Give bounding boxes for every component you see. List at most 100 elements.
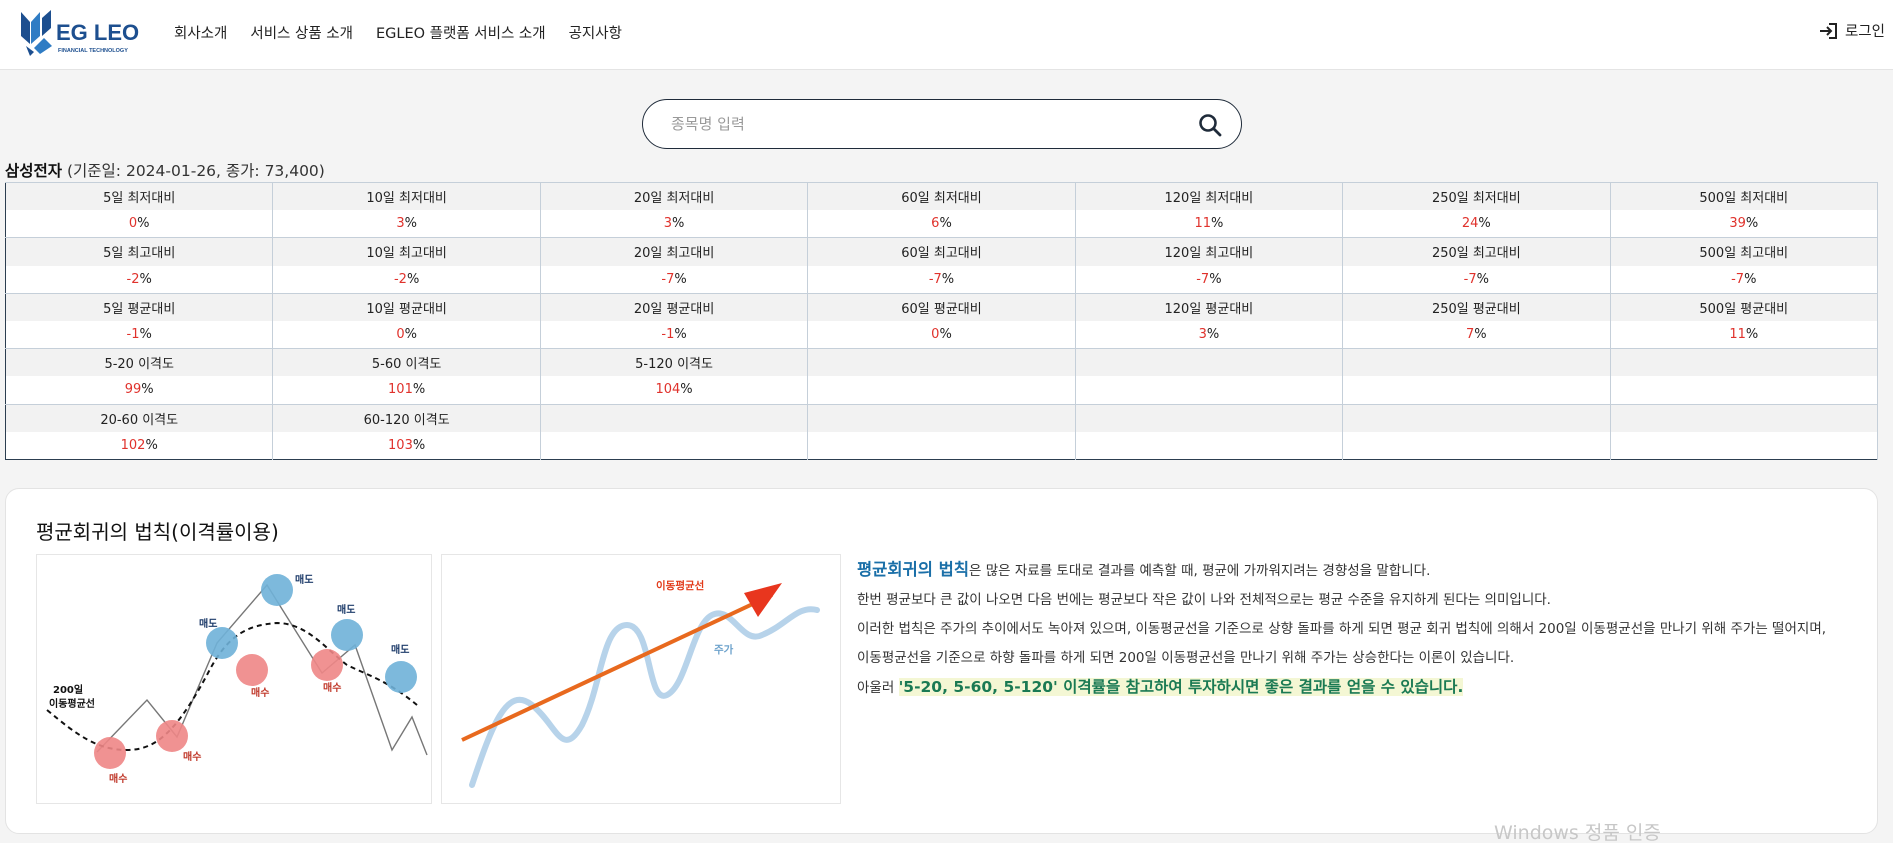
indicator-table: 5일 최저대비 10일 최저대비 20일 최저대비 60일 최저대비 120일 최저대비… (5, 182, 1879, 460)
svg-text:매도: 매도 (199, 617, 217, 630)
table-header-row: 5-20 이격도 5-60 이격도 5-120 이격도 (5, 348, 1879, 377)
svg-text:주가: 주가 (714, 643, 734, 656)
indicator-label: 5-60 이격도 (272, 348, 541, 377)
indicator-label (1075, 403, 1344, 432)
indicator-value: -7% (807, 265, 1076, 294)
percent-sign: % (1744, 271, 1757, 287)
indicator-value: 101% (272, 376, 541, 404)
moving-average-illustration: 이동평균선 주가 (441, 554, 841, 804)
indicator-number: 99 (124, 382, 142, 398)
indicator-number: 104 (655, 382, 681, 398)
indicator-value: 99% (5, 376, 274, 404)
indicator-value: -7% (1610, 265, 1879, 294)
main-nav: 회사소개 서비스 상품 소개 EGLEO 플랫폼 서비스 소개 공지사항 (174, 0, 622, 64)
indicator-value: 11% (1610, 320, 1879, 349)
percent-sign: % (141, 382, 154, 398)
percent-sign: % (1209, 271, 1222, 287)
percent-sign: % (939, 327, 952, 343)
svg-text:이동평균선: 이동평균선 (49, 697, 95, 710)
percent-sign: % (1474, 327, 1487, 343)
search-icon[interactable] (1197, 112, 1223, 138)
nav-item-notice[interactable]: 공지사항 (569, 22, 622, 43)
indicator-label: 500일 최저대비 (1610, 182, 1879, 211)
percent-sign: % (680, 382, 693, 398)
percent-sign: % (941, 271, 955, 287)
percent-sign: % (674, 327, 687, 343)
indicator-number: 3 (396, 216, 405, 232)
indicator-label: 5-120 이격도 (540, 348, 809, 377)
indicator-value (1075, 376, 1344, 404)
indicator-label: 5일 최고대비 (5, 237, 274, 266)
egleo-logo[interactable]: EG LEO FINANCIAL TECHNOLOGY (18, 8, 148, 58)
percent-sign: % (412, 437, 426, 453)
svg-text:매도: 매도 (295, 573, 313, 586)
svg-text:매도: 매도 (391, 643, 409, 656)
nav-item-service-products[interactable]: 서비스 상품 소개 (250, 22, 353, 43)
indicator-value: 104% (540, 376, 809, 404)
svg-text:매수: 매수 (251, 686, 269, 699)
indicator-label: 20일 평균대비 (540, 292, 809, 321)
logo-mark-icon: EG LEO FINANCIAL TECHNOLOGY (21, 10, 139, 56)
description-text: 평균회귀의 법칙은 많은 자료를 토대로 결과를 예측할 때, 평균에 가까워지… (857, 555, 1867, 703)
indicator-value: 7% (1342, 320, 1611, 349)
card-title: 평균회귀의 법칙(이격률이용) (36, 520, 279, 544)
percent-sign: % (1476, 271, 1489, 287)
indicator-label: 60일 최저대비 (807, 182, 1076, 211)
percent-sign: % (412, 382, 426, 398)
percent-sign: % (404, 327, 417, 343)
indicator-label: 5-20 이격도 (5, 348, 274, 377)
indicator-value (807, 431, 1076, 460)
search-input[interactable] (671, 113, 1171, 135)
indicator-number: 11 (1729, 327, 1746, 343)
percent-sign: % (137, 216, 150, 232)
indicator-label: 250일 평균대비 (1342, 292, 1611, 321)
indicator-number: -7 (1731, 271, 1745, 287)
indicator-label (1610, 403, 1879, 432)
indicator-label: 250일 최저대비 (1342, 182, 1611, 211)
indicator-label: 500일 평균대비 (1610, 292, 1879, 321)
mean-reversion-card: 평균회귀의 법칙(이격률이용) 매수 매수 매수 매수 매도 매도 매도 매도 … (5, 488, 1878, 834)
indicator-number: 3 (1198, 327, 1207, 343)
indicator-value: 0% (807, 320, 1076, 349)
indicator-value: 3% (272, 210, 541, 238)
indicator-value: -7% (1342, 265, 1611, 294)
top-header: EG LEO FINANCIAL TECHNOLOGY 회사소개 서비스 상품 … (0, 0, 1893, 70)
indicator-label: 20일 최저대비 (540, 182, 809, 211)
indicator-label: 10일 최저대비 (272, 182, 541, 211)
stock-name: 삼성전자 (5, 162, 63, 180)
svg-text:매수: 매수 (109, 772, 127, 785)
indicator-label: 500일 최고대비 (1610, 237, 1879, 266)
nav-item-platform-service[interactable]: EGLEO 플랫폼 서비스 소개 (376, 22, 546, 43)
login-icon (1819, 22, 1837, 39)
stock-title: 삼성전자 (기준일: 2024-01-26, 종가: 73,400) (5, 159, 325, 181)
indicator-label: 60일 평균대비 (807, 292, 1076, 321)
percent-sign: % (1745, 327, 1759, 343)
desc-line-5: 아울러 '5-20, 5-60, 5-120' 이격률을 참고하여 투자하시면 … (857, 678, 1464, 696)
indicator-number: 11 (1194, 216, 1211, 232)
table-header-row: 20-60 이격도 60-120 이격도 (5, 403, 1879, 432)
indicator-value (540, 431, 809, 460)
indicator-number: 24 (1461, 216, 1479, 232)
percent-sign: % (404, 216, 417, 232)
indicator-value: -1% (5, 320, 274, 349)
percent-sign: % (1210, 216, 1224, 232)
percent-sign: % (145, 437, 158, 453)
login-button[interactable]: 로그인 (1818, 20, 1885, 41)
indicator-label: 10일 평균대비 (272, 292, 541, 321)
table-value-row: -1% 0% -1% 0% 3% 7% 11% (5, 320, 1879, 349)
indicator-number: -2 (126, 271, 140, 287)
login-label: 로그인 (1844, 24, 1885, 40)
indicator-label: 5일 최저대비 (5, 182, 274, 211)
nav-item-company[interactable]: 회사소개 (174, 22, 227, 43)
indicator-number: -7 (928, 271, 942, 287)
svg-text:매수: 매수 (323, 681, 341, 694)
indicator-value (1075, 431, 1344, 460)
indicator-label: 120일 평균대비 (1075, 292, 1344, 321)
indicator-number: 0 (128, 216, 138, 232)
table-value-row: 102% 103% (5, 431, 1879, 460)
mean-reversion-illustration: 매수 매수 매수 매수 매도 매도 매도 매도 200일 이동평균선 (36, 554, 432, 804)
percent-sign: % (939, 216, 952, 232)
indicator-number: -7 (661, 271, 675, 287)
indicator-label: 20-60 이격도 (5, 403, 274, 432)
indicator-value: 11% (1075, 210, 1344, 238)
